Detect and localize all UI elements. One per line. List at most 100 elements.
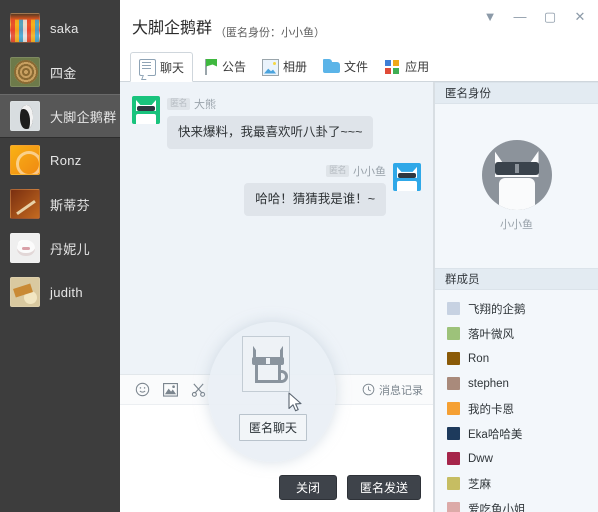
tab-label: 聊天	[160, 59, 184, 76]
close-icon[interactable]: ✕	[570, 6, 590, 26]
cat-avatar	[10, 233, 40, 263]
right-panel: 匿名身份 小小鱼 群成员 飞翔的企鹅 落叶微风	[434, 82, 598, 512]
member-name: 爱吃鱼小姐	[468, 501, 526, 512]
compose-area: 消息记录 关闭 匿名发送	[120, 374, 433, 512]
contact-name: judith	[50, 285, 83, 300]
member-name: Eka哈哈美	[468, 426, 522, 442]
message-history-button[interactable]: 消息记录	[362, 382, 423, 398]
page-title: 大脚企鹅群（匿名身份：小小鱼）	[132, 14, 325, 38]
member-avatar	[447, 427, 460, 440]
anonymous-send-button[interactable]: 匿名发送	[347, 475, 421, 500]
coffee-avatar	[10, 57, 40, 87]
contact-name: 斯蒂芬	[50, 195, 90, 214]
chat-icon	[139, 59, 156, 76]
chat-column: 匿名 大熊 快来爆料，我最喜欢听八卦了~~~ 匿名	[120, 82, 434, 512]
contact-name: 大脚企鹅群	[50, 107, 117, 126]
tab-bar: 聊天 公告 相册 文件 应用	[120, 48, 598, 82]
list-item[interactable]: 飞翔的企鹅	[435, 296, 598, 321]
photo-icon	[262, 59, 279, 76]
penguin-avatar	[10, 101, 40, 131]
tab-announcement[interactable]: 公告	[193, 51, 254, 81]
member-name: Dww	[468, 453, 493, 465]
list-item[interactable]: 我的卡恩	[435, 396, 598, 421]
list-item[interactable]: Ron	[435, 346, 598, 371]
message-row: 匿名 小小鱼 哈哈！猜猜我是谁！~	[132, 163, 421, 216]
tab-label: 应用	[405, 58, 429, 75]
member-name: 落叶微风	[468, 326, 514, 342]
member-list[interactable]: 飞翔的企鹅 落叶微风 Ron stephen	[435, 290, 598, 512]
tab-label: 文件	[344, 58, 368, 75]
window-controls: ▼ — ▢ ✕	[480, 6, 590, 26]
list-item[interactable]: stephen	[435, 371, 598, 396]
member-name: Ron	[468, 353, 489, 365]
im-chat-window: saka 四金 大脚企鹅群 Ronz 斯蒂芬 丹妮儿 judith	[0, 0, 598, 512]
tab-label: 公告	[222, 58, 246, 75]
anonymous-identity-label: （匿名身份：小小鱼）	[215, 27, 325, 39]
member-avatar	[447, 477, 460, 490]
member-avatar	[447, 327, 460, 340]
group-title: 大脚企鹅群	[132, 20, 212, 37]
anonymous-badge: 匿名	[326, 165, 349, 177]
contact-sidebar: saka 四金 大脚企鹅群 Ronz 斯蒂芬 丹妮儿 judith	[0, 0, 120, 512]
minimize-icon[interactable]: —	[510, 6, 530, 26]
contact-item-3[interactable]: Ronz	[0, 138, 120, 182]
tab-label: 相册	[283, 58, 307, 75]
anonymous-identity-card: 小小鱼	[435, 104, 598, 268]
anonymous-chat-cat-icon[interactable]	[242, 336, 290, 392]
member-name: 芝麻	[468, 476, 491, 492]
contact-item-5[interactable]: 丹妮儿	[0, 226, 120, 270]
anonymous-cat-avatar[interactable]	[482, 140, 552, 210]
members-section-header: 群成员	[435, 268, 598, 290]
contact-item-6[interactable]: judith	[0, 270, 120, 314]
contact-item-4[interactable]: 斯蒂芬	[0, 182, 120, 226]
contact-item-0[interactable]: saka	[0, 6, 120, 50]
member-avatar	[447, 402, 460, 415]
violin-avatar	[10, 189, 40, 219]
contact-item-1[interactable]: 四金	[0, 50, 120, 94]
avatar[interactable]	[132, 96, 160, 124]
image-icon[interactable]	[158, 379, 182, 401]
message-list[interactable]: 匿名 大熊 快来爆料，我最喜欢听八卦了~~~ 匿名	[120, 82, 433, 374]
list-item[interactable]: 芝麻	[435, 471, 598, 496]
message-bubble: 哈哈！猜猜我是谁！~	[244, 183, 386, 216]
list-item[interactable]: Eka哈哈美	[435, 421, 598, 446]
contact-name: saka	[50, 21, 79, 36]
window-titlebar: 大脚企鹅群（匿名身份：小小鱼） ▼ — ▢ ✕	[120, 0, 598, 48]
member-name: 我的卡恩	[468, 401, 514, 417]
pencils-avatar	[10, 13, 40, 43]
list-item[interactable]: 落叶微风	[435, 321, 598, 346]
member-avatar	[447, 452, 460, 465]
dropdown-icon[interactable]: ▼	[480, 6, 500, 26]
orange-avatar	[10, 145, 40, 175]
compose-buttons: 关闭 匿名发送	[120, 470, 433, 512]
member-avatar	[447, 502, 460, 512]
folder-icon	[323, 58, 340, 75]
chat-window: 大脚企鹅群（匿名身份：小小鱼） ▼ — ▢ ✕ 聊天 公告 相册	[120, 0, 598, 512]
message-bubble: 快来爆料，我最喜欢听八卦了~~~	[167, 116, 373, 149]
emoji-icon[interactable]	[130, 379, 154, 401]
message-history-label: 消息记录	[379, 382, 423, 398]
sender-name: 小小鱼	[353, 163, 386, 179]
maximize-icon[interactable]: ▢	[540, 6, 560, 26]
tab-files[interactable]: 文件	[315, 51, 376, 81]
toast-avatar	[10, 277, 40, 307]
contact-name: Ronz	[50, 153, 82, 168]
tab-apps[interactable]: 应用	[376, 51, 437, 81]
member-avatar	[447, 302, 460, 315]
clock-icon	[362, 383, 375, 396]
tab-chat[interactable]: 聊天	[130, 52, 193, 82]
contact-name: 四金	[50, 63, 77, 82]
list-item[interactable]: Dww	[435, 446, 598, 471]
flag-icon	[201, 58, 218, 75]
close-button[interactable]: 关闭	[279, 475, 337, 500]
apps-icon	[384, 58, 401, 75]
avatar[interactable]	[393, 163, 421, 191]
list-item[interactable]: 爱吃鱼小姐	[435, 496, 598, 512]
sender-name: 大熊	[194, 96, 216, 112]
scissors-icon[interactable]	[186, 379, 210, 401]
contact-name: 丹妮儿	[50, 239, 90, 258]
contact-item-2[interactable]: 大脚企鹅群	[0, 94, 120, 138]
anonymous-identity-name: 小小鱼	[500, 216, 533, 232]
tab-album[interactable]: 相册	[254, 51, 315, 81]
identity-section-header: 匿名身份	[435, 82, 598, 104]
